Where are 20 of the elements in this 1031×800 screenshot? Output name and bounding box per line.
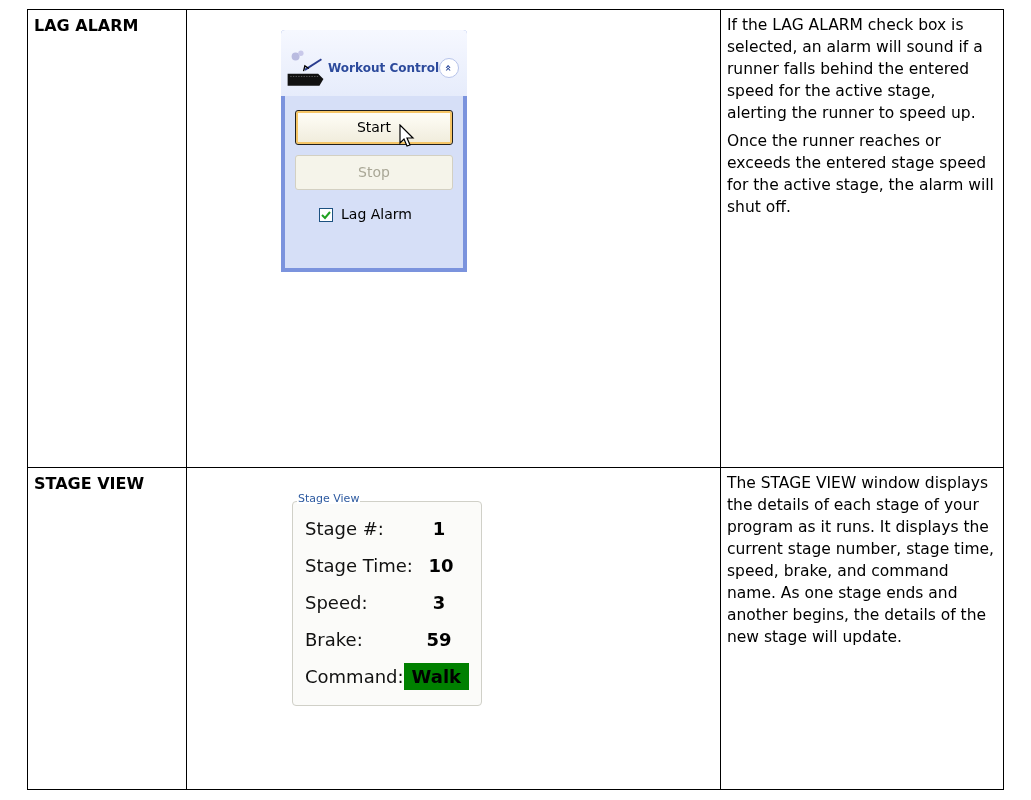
group-title: Stage View [297, 493, 361, 504]
row-heading: LAG ALARM [34, 16, 139, 35]
checkbox-label[interactable]: Lag Alarm [341, 204, 412, 225]
description-text: The STAGE VIEW window displays the details of each stage of your program as it runs. It displays the current stage number, stage time, speed, brake, and command name. As one stage ends and another begins, the details of the new stage will update. [727, 473, 996, 648]
field-value: Walk [403, 663, 469, 690]
field-label: Command: [305, 665, 404, 689]
field-label: Stage Time: [305, 554, 413, 578]
collapse-button[interactable]: « [439, 58, 459, 78]
field-label: Brake: [305, 628, 363, 652]
row-heading: STAGE VIEW [34, 474, 145, 493]
field-label: Speed: [305, 591, 368, 615]
field-value: 10 [427, 554, 455, 578]
panel-title: Workout Control [328, 60, 439, 77]
field-label: Stage #: [305, 517, 384, 541]
description-text: If the LAG ALARM check box is selected, an alarm will sound if a runner falls behind the entered speed for the active stage, alerting the runner to speed up. [727, 15, 984, 124]
field-value: 3 [431, 591, 447, 615]
field-value: 59 [425, 628, 453, 652]
start-button[interactable]: Start [295, 110, 453, 145]
description-text: Once the runner reaches or exceeds the entered stage speed for the active stage, the alarm will shut off. [727, 131, 995, 218]
field-value: 1 [431, 517, 447, 541]
